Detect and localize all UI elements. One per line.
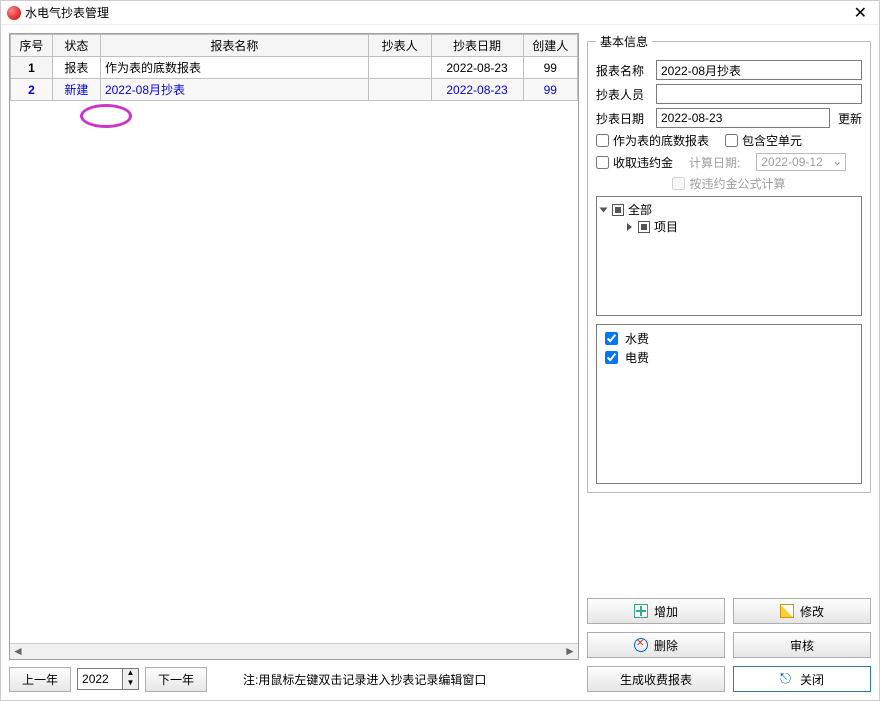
name-label: 报表名称 xyxy=(596,62,652,79)
window-title: 水电气抄表管理 xyxy=(25,4,848,21)
tree-child[interactable]: 项目 xyxy=(627,218,857,235)
expand-icon[interactable] xyxy=(627,223,632,231)
cell-creator: 99 xyxy=(523,57,577,79)
table-row[interactable]: 2 新建 2022-08月抄表 2022-08-23 99 xyxy=(11,79,578,101)
panel-legend: 基本信息 xyxy=(596,33,652,50)
audit-button[interactable]: 审核 xyxy=(733,632,871,658)
year-spinner[interactable]: ▲▼ xyxy=(123,668,139,690)
app-icon xyxy=(7,6,21,20)
cell-creator: 99 xyxy=(523,79,577,101)
update-button[interactable]: 更新 xyxy=(838,110,862,127)
calc-date-combo[interactable]: 2022-09-12 xyxy=(756,153,846,171)
expand-icon[interactable] xyxy=(600,207,608,212)
scroll-left-icon[interactable]: ◄ xyxy=(10,644,26,659)
cell-date: 2022-08-23 xyxy=(431,79,523,101)
fee-item[interactable]: 水费 xyxy=(601,329,857,348)
fee-item[interactable]: 电费 xyxy=(601,348,857,367)
edit-icon xyxy=(780,604,794,618)
close-button[interactable]: 关闭 xyxy=(733,666,871,692)
checkbox-mixed-icon[interactable] xyxy=(638,221,650,233)
prev-year-button[interactable]: 上一年 xyxy=(9,667,71,692)
titlebar: 水电气抄表管理 ✕ xyxy=(1,1,879,25)
tree-root[interactable]: 全部 xyxy=(601,201,857,218)
col-date[interactable]: 抄表日期 xyxy=(431,35,523,57)
hint-text: 注:用鼠标左键双击记录进入抄表记录编辑窗口 xyxy=(243,671,486,688)
col-num[interactable]: 序号 xyxy=(11,35,53,57)
cell-num: 2 xyxy=(11,79,53,101)
cell-date: 2022-08-23 xyxy=(431,57,523,79)
generate-report-button[interactable]: 生成收费报表 xyxy=(587,666,725,692)
scope-tree[interactable]: 全部 项目 xyxy=(596,196,862,316)
report-name-input[interactable] xyxy=(656,60,862,80)
checkbox-mixed-icon[interactable] xyxy=(612,204,624,216)
add-icon xyxy=(634,604,648,618)
cell-status: 新建 xyxy=(52,79,100,101)
close-icon xyxy=(780,672,794,686)
cell-num: 1 xyxy=(11,57,53,79)
edit-button[interactable]: 修改 xyxy=(733,598,871,624)
cell-reader xyxy=(368,57,431,79)
calc-date-label: 计算日期: xyxy=(689,154,740,171)
table-row[interactable]: 1 报表 作为表的底数报表 2022-08-23 99 xyxy=(11,57,578,79)
col-creator[interactable]: 创建人 xyxy=(523,35,577,57)
reader-input[interactable] xyxy=(656,84,862,104)
col-name[interactable]: 报表名称 xyxy=(100,35,368,57)
cell-name: 2022-08月抄表 xyxy=(100,79,368,101)
annotation-circle xyxy=(80,104,132,128)
chk-base[interactable]: 作为表的底数报表 xyxy=(596,132,709,149)
cell-status: 报表 xyxy=(52,57,100,79)
add-button[interactable]: 增加 xyxy=(587,598,725,624)
cell-reader xyxy=(368,79,431,101)
delete-button[interactable]: 删除 xyxy=(587,632,725,658)
year-input[interactable] xyxy=(77,668,123,690)
next-year-button[interactable]: 下一年 xyxy=(145,667,207,692)
basic-info-panel: 基本信息 报表名称 抄表人员 抄表日期 更新 作为表的底数报表 包含空单元 xyxy=(587,33,871,493)
date-label: 抄表日期 xyxy=(596,110,652,127)
chk-penalty[interactable]: 收取违约金 xyxy=(596,154,673,171)
reader-label: 抄表人员 xyxy=(596,86,652,103)
window-close-button[interactable]: ✕ xyxy=(848,3,873,23)
cell-name: 作为表的底数报表 xyxy=(100,57,368,79)
chk-empty[interactable]: 包含空单元 xyxy=(725,132,802,149)
scroll-right-icon[interactable]: ► xyxy=(562,644,578,659)
delete-icon xyxy=(634,638,648,652)
report-table[interactable]: 序号 状态 报表名称 抄表人 抄表日期 创建人 1 报表 作为表的底数报表 xyxy=(9,33,579,660)
date-input[interactable] xyxy=(656,108,830,128)
horizontal-scrollbar[interactable]: ◄ ► xyxy=(10,643,578,659)
fee-list[interactable]: 水费 电费 xyxy=(596,324,862,484)
col-reader[interactable]: 抄表人 xyxy=(368,35,431,57)
col-status[interactable]: 状态 xyxy=(52,35,100,57)
chk-formula: 按违约金公式计算 xyxy=(672,175,785,192)
